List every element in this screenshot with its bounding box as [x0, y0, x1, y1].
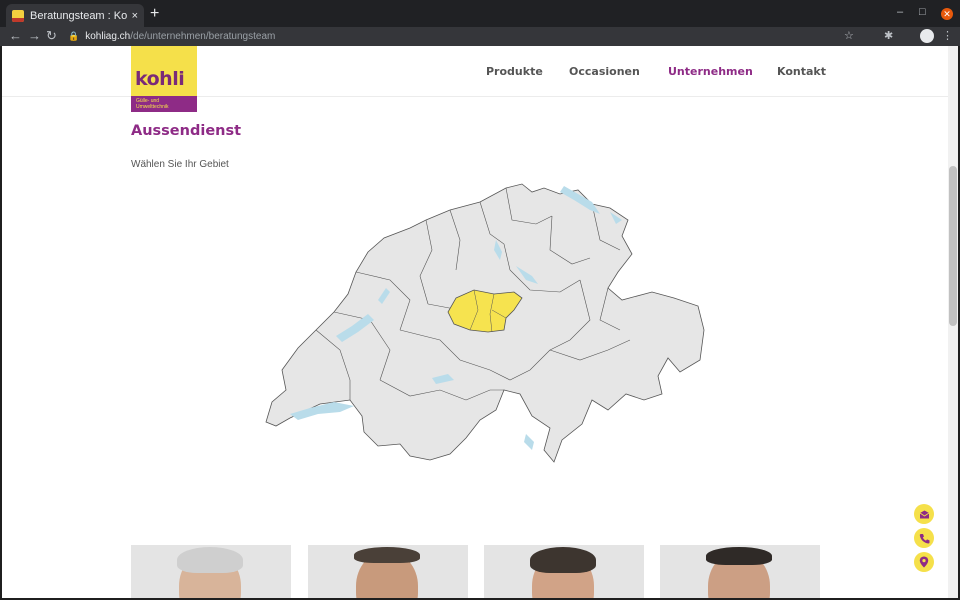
browser-toolbar: ← → ↻ 🔒 kohliag.ch /de/unternehmen/berat…: [0, 27, 960, 46]
location-button[interactable]: [914, 552, 934, 572]
scrollbar-thumb[interactable]: [949, 166, 957, 326]
address-bar[interactable]: 🔒 kohliag.ch /de/unternehmen/beratungste…: [62, 28, 862, 45]
forward-button[interactable]: →: [28, 28, 41, 44]
page-title: Aussendienst: [131, 123, 242, 139]
logo-tagline-strip: Gülle- und Umwelttechnik: [131, 96, 197, 112]
mail-icon: [919, 510, 929, 518]
phone-button[interactable]: [914, 528, 934, 548]
team-card[interactable]: [131, 545, 291, 598]
tab-close-icon[interactable]: ×: [132, 10, 138, 22]
favicon-icon: [12, 9, 24, 22]
profile-avatar-icon[interactable]: [920, 29, 934, 43]
person-hair: [706, 547, 772, 565]
extensions-icon[interactable]: ✱: [884, 29, 893, 43]
mail-button[interactable]: [914, 504, 934, 524]
location-pin-icon: [919, 556, 929, 568]
url-path: /de/unternehmen/beratungsteam: [130, 31, 276, 42]
lock-icon: 🔒: [68, 31, 80, 41]
tab-title: Beratungsteam : Kohli AG: [30, 9, 128, 22]
back-button[interactable]: ←: [9, 28, 22, 44]
team-card[interactable]: [484, 545, 644, 598]
browser-tabbar: Beratungsteam : Kohli AG × + – □ ✕: [0, 0, 960, 27]
bookmark-star-icon[interactable]: ☆: [844, 29, 854, 43]
person-hair: [354, 547, 420, 563]
web-page: kohli Gülle- und Umwelttechnik Produkte …: [2, 46, 948, 598]
person-hair: [177, 547, 243, 573]
reload-button[interactable]: ↻: [46, 28, 57, 44]
url-host: kohliag.ch: [85, 31, 131, 42]
new-tab-button[interactable]: +: [150, 5, 159, 23]
nav-kontakt[interactable]: Kontakt: [777, 65, 826, 78]
map-instruction: Wählen Sie Ihr Gebiet: [131, 159, 229, 170]
browser-tab[interactable]: Beratungsteam : Kohli AG ×: [6, 4, 144, 27]
nav-unternehmen[interactable]: Unternehmen: [668, 65, 753, 78]
maximize-button[interactable]: □: [919, 6, 926, 18]
nav-occasionen[interactable]: Occasionen: [569, 65, 640, 78]
person-hair: [530, 547, 596, 573]
team-card[interactable]: [308, 545, 468, 598]
page-scrollbar[interactable]: [948, 46, 958, 598]
window-close-button[interactable]: ✕: [941, 8, 953, 20]
switzerland-region-map: [265, 183, 705, 463]
phone-icon: [919, 533, 929, 543]
nav-produkte[interactable]: Produkte: [486, 65, 543, 78]
logo-tagline-line2: Umwelttechnik: [136, 104, 169, 110]
browser-menu-icon[interactable]: ⋮: [942, 29, 953, 43]
team-card[interactable]: [660, 545, 820, 598]
site-logo[interactable]: kohli Gülle- und Umwelttechnik: [131, 46, 197, 112]
minimize-button[interactable]: –: [897, 6, 903, 18]
logo-wordmark: kohli: [135, 68, 185, 90]
